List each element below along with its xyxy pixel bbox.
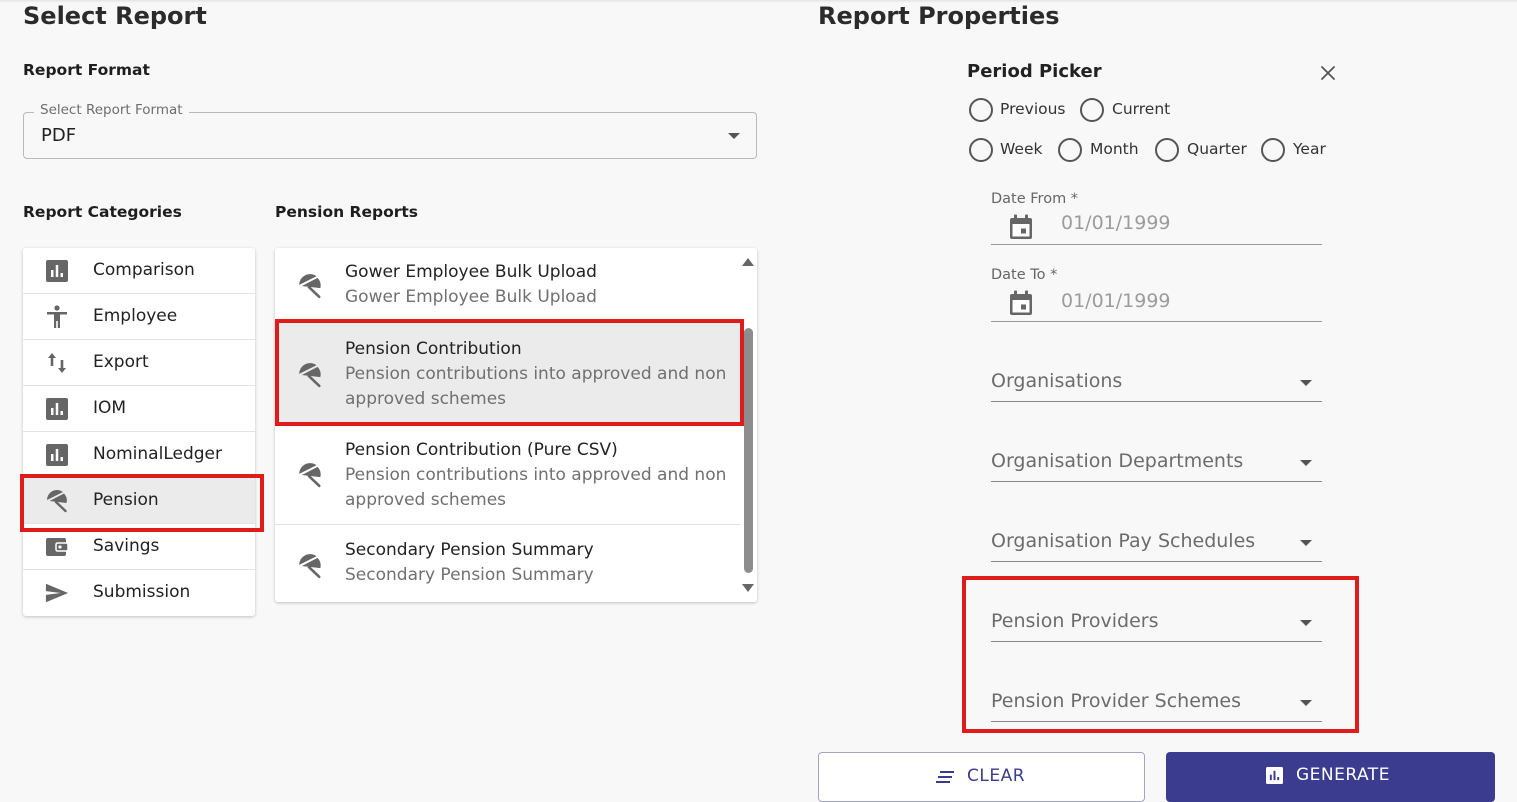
pension-reports-list: Gower Employee Bulk Upload Gower Employe… (275, 248, 757, 602)
umbrella-icon (45, 490, 69, 513)
umbrella-icon (299, 463, 321, 488)
chevron-down-icon[interactable] (1300, 460, 1312, 466)
chevron-down-icon[interactable] (728, 133, 740, 139)
umbrella-icon (299, 363, 321, 388)
bar-chart-icon (45, 398, 69, 420)
date-to-input[interactable]: 01/01/1999 (1061, 290, 1171, 312)
wallet-icon (45, 536, 69, 558)
report-title: Pension Contribution (345, 339, 522, 359)
category-label: IOM (93, 398, 127, 418)
report-format-legend: Select Report Format (34, 102, 189, 118)
category-label: NominalLedger (93, 444, 222, 464)
radio-month[interactable] (1058, 138, 1082, 162)
select-underline (991, 401, 1322, 402)
category-item-iom[interactable]: IOM (23, 386, 255, 432)
report-format-select[interactable] (23, 112, 757, 159)
select-underline (991, 561, 1322, 562)
calendar-icon[interactable] (1009, 214, 1033, 240)
radio-label-quarter: Quarter (1187, 140, 1247, 158)
report-format-value: PDF (41, 125, 77, 146)
category-item-submission[interactable]: Submission (23, 570, 255, 616)
radio-label-current: Current (1112, 100, 1171, 118)
scroll-up-icon[interactable] (742, 258, 754, 266)
scroll-down-icon[interactable] (742, 584, 754, 592)
umbrella-icon (299, 274, 321, 299)
umbrella-icon (299, 554, 321, 579)
pension-reports-heading: Pension Reports (275, 203, 418, 221)
radio-label-year: Year (1293, 140, 1326, 158)
send-icon (45, 582, 69, 604)
report-description: Pension contributions into approved and … (345, 364, 727, 409)
select-underline (991, 641, 1322, 642)
scrollbar-thumb[interactable] (744, 328, 753, 573)
report-item-pension-contribution[interactable]: Pension Contribution Pension contributio… (275, 322, 740, 423)
close-icon[interactable] (1320, 65, 1336, 81)
chevron-down-icon[interactable] (1300, 700, 1312, 706)
select-underline (991, 721, 1322, 722)
report-description: Secondary Pension Summary (345, 565, 594, 585)
calendar-icon[interactable] (1009, 290, 1033, 316)
bar-chart-icon (1266, 767, 1283, 784)
category-label: Employee (93, 306, 178, 326)
chevron-down-icon[interactable] (1300, 380, 1312, 386)
radio-week[interactable] (969, 138, 993, 162)
clear-button-label: CLEAR (967, 766, 1026, 786)
report-item-secondary-pension-summary[interactable]: Secondary Pension Summary Secondary Pens… (275, 525, 740, 602)
organisations-select[interactable]: Organisations (991, 370, 1122, 392)
report-categories-heading: Report Categories (23, 203, 182, 221)
date-from-input[interactable]: 01/01/1999 (1061, 212, 1171, 234)
category-item-savings[interactable]: Savings (23, 524, 255, 570)
category-label: Savings (93, 536, 160, 556)
clear-button[interactable]: CLEAR (818, 752, 1145, 802)
organisation-pay-schedules-select[interactable]: Organisation Pay Schedules (991, 530, 1255, 552)
top-shadow (0, 0, 1517, 3)
period-picker-title: Period Picker (967, 61, 1102, 82)
generate-button[interactable]: GENERATE (1166, 752, 1495, 802)
radio-quarter[interactable] (1155, 138, 1179, 162)
radio-label-previous: Previous (1000, 100, 1066, 118)
category-item-export[interactable]: Export (23, 340, 255, 386)
radio-current[interactable] (1080, 98, 1104, 122)
category-item-nominalledger[interactable]: NominalLedger (23, 432, 255, 478)
pension-provider-schemes-select[interactable]: Pension Provider Schemes (991, 690, 1241, 712)
select-underline (991, 481, 1322, 482)
bar-chart-icon (45, 260, 69, 282)
report-item-gower-employee-bulk-upload[interactable]: Gower Employee Bulk Upload Gower Employe… (275, 248, 740, 322)
report-description: Gower Employee Bulk Upload (345, 287, 597, 307)
select-report-title: Select Report (23, 2, 207, 30)
bar-chart-icon (45, 444, 69, 466)
radio-year[interactable] (1261, 138, 1285, 162)
report-properties-title: Report Properties (818, 2, 1060, 30)
generate-button-label: GENERATE (1296, 765, 1390, 785)
report-title: Gower Employee Bulk Upload (345, 262, 597, 282)
category-item-comparison[interactable]: Comparison (23, 248, 255, 294)
report-categories-list: Comparison Employee Export IOM NominalLe… (23, 248, 255, 616)
swap-vertical-icon (45, 352, 69, 374)
date-from-label: Date From * (991, 191, 1079, 207)
category-item-pension[interactable]: Pension (23, 478, 255, 524)
radio-previous[interactable] (969, 98, 993, 122)
radio-label-month: Month (1090, 140, 1139, 158)
category-label: Export (93, 352, 149, 372)
date-to-label: Date To * (991, 267, 1058, 283)
report-title: Pension Contribution (Pure CSV) (345, 440, 618, 460)
pension-providers-select[interactable]: Pension Providers (991, 610, 1159, 632)
report-format-heading: Report Format (23, 61, 150, 79)
person-icon (45, 305, 69, 328)
date-from-underline (991, 244, 1322, 245)
category-label: Pension (93, 490, 159, 510)
organisation-departments-select[interactable]: Organisation Departments (991, 450, 1243, 472)
report-title: Secondary Pension Summary (345, 540, 594, 560)
report-description: Pension contributions into approved and … (345, 465, 727, 510)
category-label: Submission (93, 582, 191, 602)
chevron-down-icon[interactable] (1300, 620, 1312, 626)
clear-all-icon (936, 771, 954, 783)
category-label: Comparison (93, 260, 195, 280)
category-item-employee[interactable]: Employee (23, 294, 255, 340)
chevron-down-icon[interactable] (1300, 540, 1312, 546)
radio-label-week: Week (1000, 140, 1043, 158)
date-to-underline (991, 321, 1322, 322)
report-item-pension-contribution-pure-csv[interactable]: Pension Contribution (Pure CSV) Pension … (275, 423, 740, 525)
